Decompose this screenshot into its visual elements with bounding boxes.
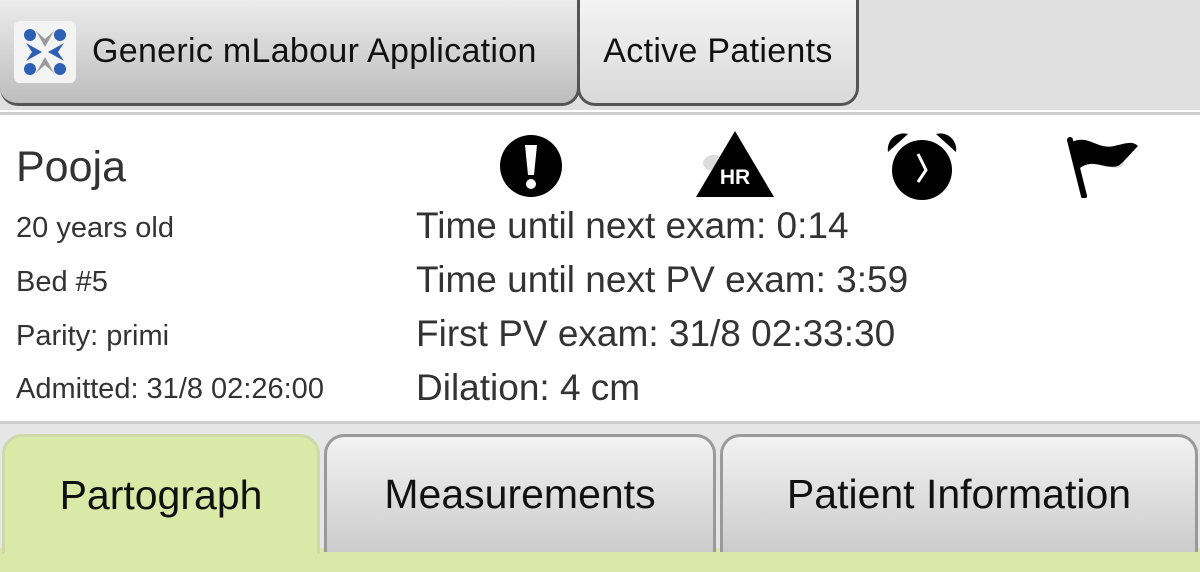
heart-rate-label: HR bbox=[720, 166, 750, 189]
first-pv-exam: First PV exam: 31/8 02:33:30 bbox=[416, 313, 896, 354]
alarm-clock-icon[interactable] bbox=[884, 130, 960, 207]
patient-age: 20 years old bbox=[16, 212, 174, 244]
next-exam-time: Time until next exam: 0:14 bbox=[416, 205, 849, 246]
active-patients-label: Active Patients bbox=[603, 32, 833, 70]
tab-measurements[interactable]: Measurements bbox=[324, 434, 716, 552]
tab-patient-information[interactable]: Patient Information bbox=[720, 434, 1198, 552]
flag-icon[interactable] bbox=[1064, 132, 1142, 203]
patient-parity: Parity: primi bbox=[16, 320, 170, 352]
dilation: Dilation: 4 cm bbox=[416, 367, 641, 408]
exclamation-icon[interactable] bbox=[498, 133, 564, 204]
tab-patient-information-label: Patient Information bbox=[786, 471, 1132, 517]
tab-partograph-label: Partograph bbox=[59, 472, 263, 518]
active-patients-tab[interactable]: Active Patients bbox=[577, 0, 859, 106]
heart-rate-icon[interactable]: HR bbox=[694, 129, 776, 204]
tab-measurements-label: Measurements bbox=[384, 471, 656, 517]
patient-name: Pooja bbox=[16, 143, 126, 191]
app-title-tab[interactable]: Generic mLabour Application bbox=[0, 0, 580, 106]
patient-bed: Bed #5 bbox=[16, 266, 108, 298]
app-logo-icon bbox=[14, 20, 76, 83]
tab-partograph[interactable]: Partograph bbox=[2, 434, 320, 554]
next-pv-exam-time: Time until next PV exam: 3:59 bbox=[416, 259, 909, 300]
divider bbox=[0, 112, 1200, 115]
patient-admitted: Admitted: 31/8 02:26:00 bbox=[16, 373, 324, 405]
app-title: Generic mLabour Application bbox=[92, 32, 537, 70]
